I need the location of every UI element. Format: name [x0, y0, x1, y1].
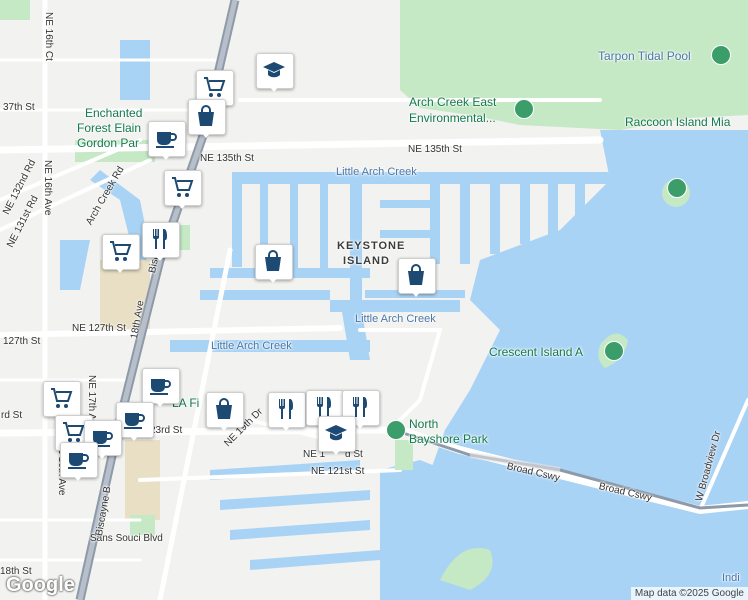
graduation-cap-pin[interactable] [318, 416, 356, 456]
shopping-bag-pin[interactable] [255, 244, 293, 284]
water-label-little-arch-creek: Little Arch Creek [355, 313, 436, 325]
map-base-layer [0, 0, 748, 600]
park-label-raccoon: Raccoon Island Mia [625, 115, 731, 129]
park-label-arch-creek-east-2: Environmental... [409, 111, 496, 125]
shopping-bag-pin[interactable] [188, 99, 226, 139]
park-label-tarpon: Tarpon Tidal Pool [598, 49, 691, 63]
park-pin-icon[interactable] [386, 420, 406, 440]
coffee-cup-pin[interactable] [60, 442, 98, 482]
road-label-ne-121st: NE 121st St [311, 466, 365, 477]
park-label-enchanted: Enchanted [85, 106, 143, 120]
shopping-cart-pin[interactable] [164, 170, 202, 210]
road-label-ne-127th: NE 127th St [72, 323, 126, 334]
graduation-cap-pin[interactable] [256, 53, 294, 93]
water-label-little-arch-creek: Little Arch Creek [211, 340, 292, 352]
park-pin-icon[interactable] [711, 45, 731, 65]
park-label-enchanted-2: Forest Elain [77, 121, 142, 135]
road-label-rd-st: rd St [1, 410, 23, 421]
road-label-ne-135th: NE 135th St [200, 153, 254, 164]
park-label-crescent: Crescent Island A [489, 345, 584, 359]
road-label-37th: 37th St [3, 102, 35, 113]
shopping-cart-pin[interactable] [102, 234, 140, 274]
park-pin-icon[interactable] [514, 99, 534, 119]
park-label-north-bayshore: North [409, 417, 439, 431]
park-pin-icon[interactable] [667, 178, 687, 198]
water-label-little-arch-creek: Little Arch Creek [336, 166, 417, 178]
road-label-ne-135th-east: NE 135th St [408, 144, 462, 155]
park-label-enchanted-3: Gordon Par [77, 136, 140, 150]
coffee-cup-pin[interactable] [148, 121, 186, 161]
restaurant-pin[interactable] [268, 392, 306, 432]
place-label-island: ISLAND [343, 255, 390, 267]
park-pin-icon[interactable] [604, 341, 624, 361]
place-label-keystone: KEYSTONE [337, 240, 406, 252]
road-label-ne-16th-ave: NE 16th Ave [42, 160, 53, 216]
water-label-indian: Indi [722, 572, 740, 584]
road-label-23rd: 23rd St [150, 425, 183, 436]
map-canvas[interactable]: Little Arch Creek Little Arch Creek Litt… [0, 0, 748, 600]
park-label-arch-creek-east: Arch Creek East [409, 95, 497, 109]
road-label-127th: 127th St [3, 336, 41, 347]
map-attribution: Map data ©2025 Google [630, 587, 748, 600]
road-label-ne-16th-ct: NE 16th Ct [43, 12, 54, 61]
google-logo: Google [6, 574, 75, 596]
shopping-bag-pin[interactable] [206, 392, 244, 432]
shopping-bag-pin[interactable] [398, 258, 436, 298]
restaurant-pin[interactable] [142, 222, 180, 262]
park-label-north-bayshore-2: Bayshore Park [409, 432, 488, 446]
